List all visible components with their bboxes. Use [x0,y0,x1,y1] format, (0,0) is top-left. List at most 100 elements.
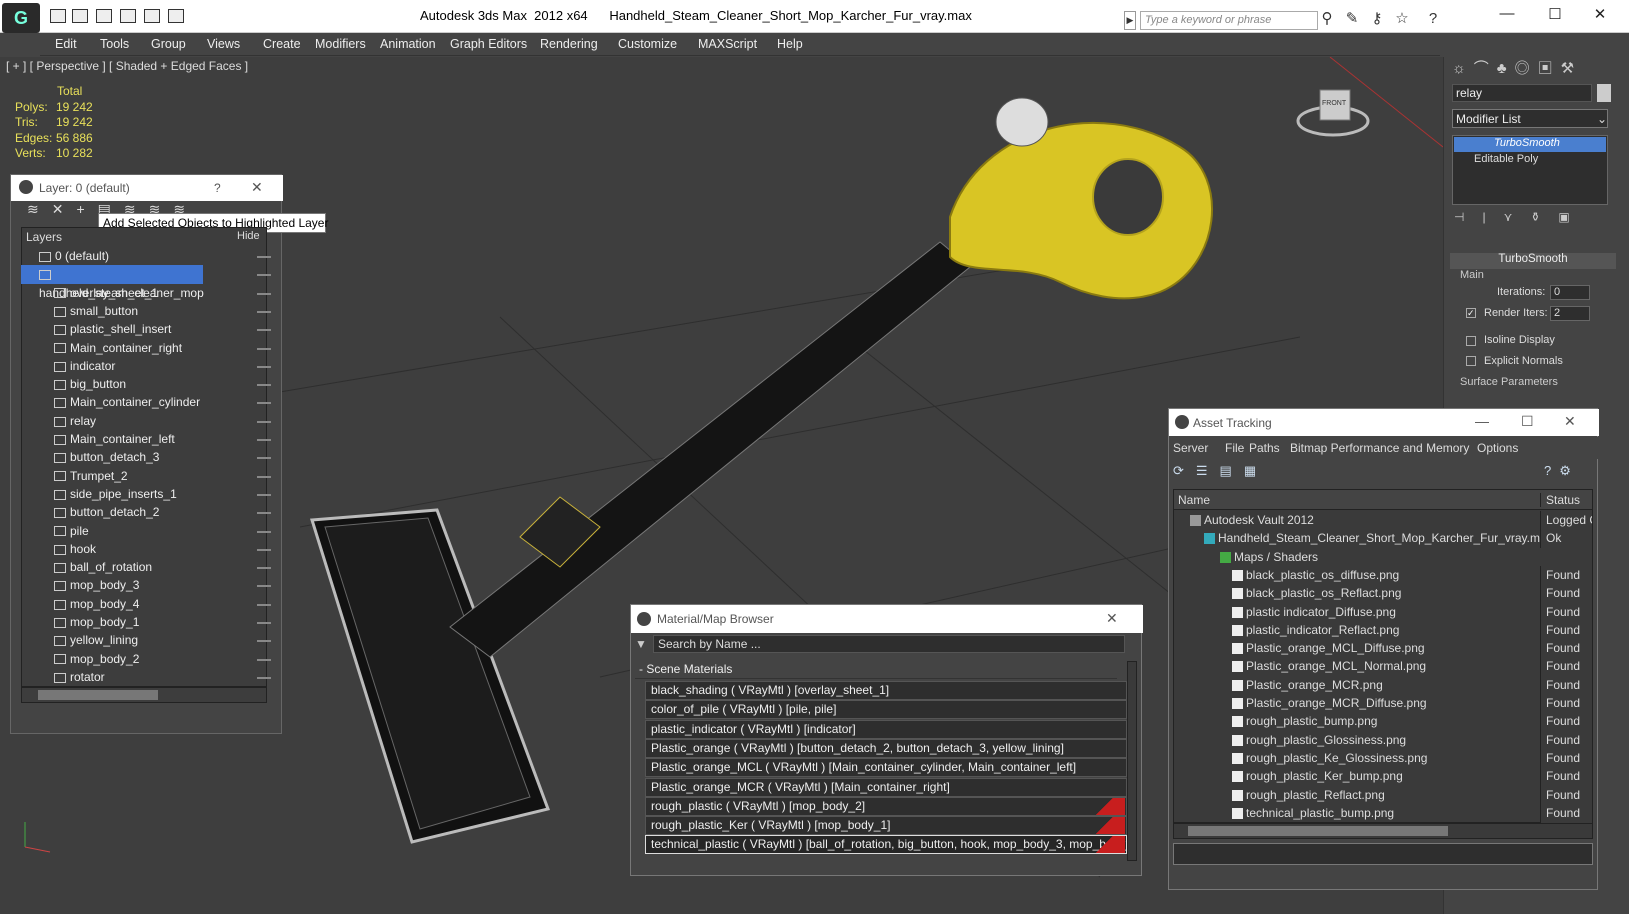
layer-item[interactable]: big_button [54,375,264,394]
layer-item[interactable]: Main_container_right [54,339,264,358]
asset-row[interactable]: Plastic_orange_MCL_Normal.png Found [1174,657,1604,677]
search-by-name-input[interactable]: Search by Name ... [653,635,1125,653]
menu-views[interactable]: Views [207,37,240,51]
menu-tools[interactable]: Tools [100,37,129,51]
object-name-field[interactable]: relay [1452,84,1592,102]
minimize-button[interactable]: — [1475,413,1489,429]
layer-item[interactable]: pile [54,522,264,541]
menu-options[interactable]: Options [1477,441,1518,455]
layer-item[interactable]: Main_container_cylinder [54,393,264,412]
layer-item[interactable]: hook [54,540,264,559]
project-icon[interactable] [168,9,184,23]
layer-item[interactable]: overlay_sheet_1 [54,284,264,303]
layer-item[interactable]: small_button [54,302,264,321]
hide-toggle[interactable] [257,548,271,551]
render-iters-spinner[interactable]: 2 [1550,306,1590,321]
hide-toggle[interactable] [257,530,271,533]
stack-item-editable-poly[interactable]: Editable Poly [1454,153,1606,168]
search-input[interactable]: Type a keyword or phrase [1140,11,1318,30]
hide-toggle[interactable] [257,365,271,368]
layer-item[interactable]: mop_body_4 [54,595,264,614]
layer-item[interactable]: 0 (default) [39,247,249,266]
hide-toggle[interactable] [257,567,271,570]
asset-row[interactable]: black_plastic_os_Reflact.png Found [1174,584,1604,604]
window-icon[interactable] [144,9,160,23]
panel-tabs-icon[interactable]: ☼⌒♣◎▣⚒ [1452,57,1622,81]
hide-toggle[interactable] [257,622,271,624]
hide-toggle[interactable] [257,457,271,460]
material-row[interactable]: Plastic_orange ( VRayMtl ) [button_detac… [645,738,1127,758]
object-color-swatch[interactable] [1597,84,1611,102]
asset-row[interactable]: Plastic_orange_MCL_Diffuse.png Found [1174,639,1604,659]
explicit-normals-checkbox[interactable] [1466,356,1476,366]
asset-row[interactable]: rough_plastic_bump.png Found [1174,712,1604,732]
menu-animation[interactable]: Animation [380,37,436,51]
asset-toolbar-icons[interactable]: ⟳☰▤▦ [1173,463,1293,481]
hide-toggle[interactable] [257,585,271,588]
menu-graph-editors[interactable]: Graph Editors [450,37,527,51]
options-dropdown-icon[interactable]: ▼ [635,637,649,651]
hide-toggle[interactable] [257,274,271,277]
menu-server[interactable]: Server [1173,441,1208,455]
material-row[interactable]: color_of_pile ( VRayMtl ) [pile, pile] [645,700,1127,720]
tools-icon[interactable]: ✎ [1343,10,1361,28]
new-icon[interactable] [96,9,112,23]
hide-toggle[interactable] [257,676,271,679]
layer-item[interactable]: mop_body_3 [54,576,264,595]
asset-row[interactable]: rough_plastic_Ke_Glossiness.png Found [1174,748,1604,768]
hide-toggle[interactable] [257,640,271,643]
hide-toggle[interactable] [257,493,271,496]
layer-item[interactable]: button_detach_2 [54,503,264,522]
hide-toggle[interactable] [257,475,271,478]
hide-toggle[interactable] [257,512,271,515]
layer-item[interactable]: button_detach_3 [54,448,264,467]
col-layers[interactable]: Layers [26,230,62,244]
horizontal-scrollbar[interactable] [1173,823,1593,839]
asset-row[interactable]: rough_plastic_Ker_bump.png Found [1174,767,1604,787]
app-logo-icon[interactable]: G [2,3,40,33]
menu-paths[interactable]: Paths [1249,441,1280,455]
layer-item[interactable]: mop_body_2 [54,650,264,669]
layer-item[interactable]: ball_of_rotation [54,558,264,577]
close-button[interactable]: ✕ [1585,5,1615,25]
menu-customize[interactable]: Customize [618,37,677,51]
menu-bitmap-performance[interactable]: Bitmap Performance and Memory [1290,441,1469,455]
asset-row[interactable]: rough_plastic_Reflact.png Found [1174,785,1604,805]
stack-tools-icon[interactable]: ⊣|⋎⚱▣ [1454,210,1604,228]
stack-item-turbosmooth[interactable]: TurboSmooth [1454,137,1606,152]
asset-row[interactable]: Autodesk Vault 2012 Logged C [1174,511,1604,530]
chevron-down-icon[interactable]: ⌄ [1597,112,1607,126]
menu-help[interactable]: Help [777,37,803,51]
material-row[interactable]: rough_plastic ( VRayMtl ) [mop_body_2] [645,796,1127,816]
col-status[interactable]: Status [1540,493,1580,507]
asset-row[interactable]: rough_plastic_Glossiness.png Found [1174,730,1604,750]
hide-toggle[interactable] [257,310,271,313]
hold-icon[interactable] [120,9,136,23]
hide-toggle[interactable] [257,402,271,405]
turbosmooth-rollout[interactable]: TurboSmooth [1450,253,1616,269]
menu-group[interactable]: Group [151,37,186,51]
layer-item[interactable]: mop_body_1 [54,613,264,632]
hide-toggle[interactable] [257,347,271,350]
search-toggle-icon[interactable]: ▶ [1124,11,1136,30]
viewport-label[interactable]: [ + ] [ Perspective ] [ Shaded + Edged F… [6,59,248,73]
menu-maxscript[interactable]: MAXScript [698,37,757,51]
menu-edit[interactable]: Edit [55,37,77,51]
modifier-list-dropdown[interactable]: Modifier List [1452,109,1608,128]
material-row[interactable]: rough_plastic_Ker ( VRayMtl ) [mop_body_… [645,816,1127,836]
material-row[interactable]: Plastic_orange_MCR ( VRayMtl ) [Main_con… [645,777,1127,797]
menu-rendering[interactable]: Rendering [540,37,598,51]
hide-toggle[interactable] [257,256,271,258]
asset-row[interactable]: Handheld_Steam_Cleaner_Short_Mop_Karcher… [1174,529,1604,549]
layer-item[interactable]: Trumpet_2 [54,467,264,486]
material-row[interactable]: black_shading ( VRayMtl ) [overlay_sheet… [645,681,1127,700]
scroll-thumb[interactable] [38,690,158,700]
hide-toggle[interactable] [257,329,271,332]
col-name[interactable]: Name [1178,493,1210,507]
menu-file[interactable]: File [1225,441,1244,455]
layer-item[interactable]: yellow_lining [54,631,264,650]
asset-row[interactable]: plastic indicator_Diffuse.png Found [1174,602,1604,622]
minimize-button[interactable]: — [1492,5,1522,25]
open-icon[interactable] [50,9,66,23]
hide-toggle[interactable] [257,603,271,606]
